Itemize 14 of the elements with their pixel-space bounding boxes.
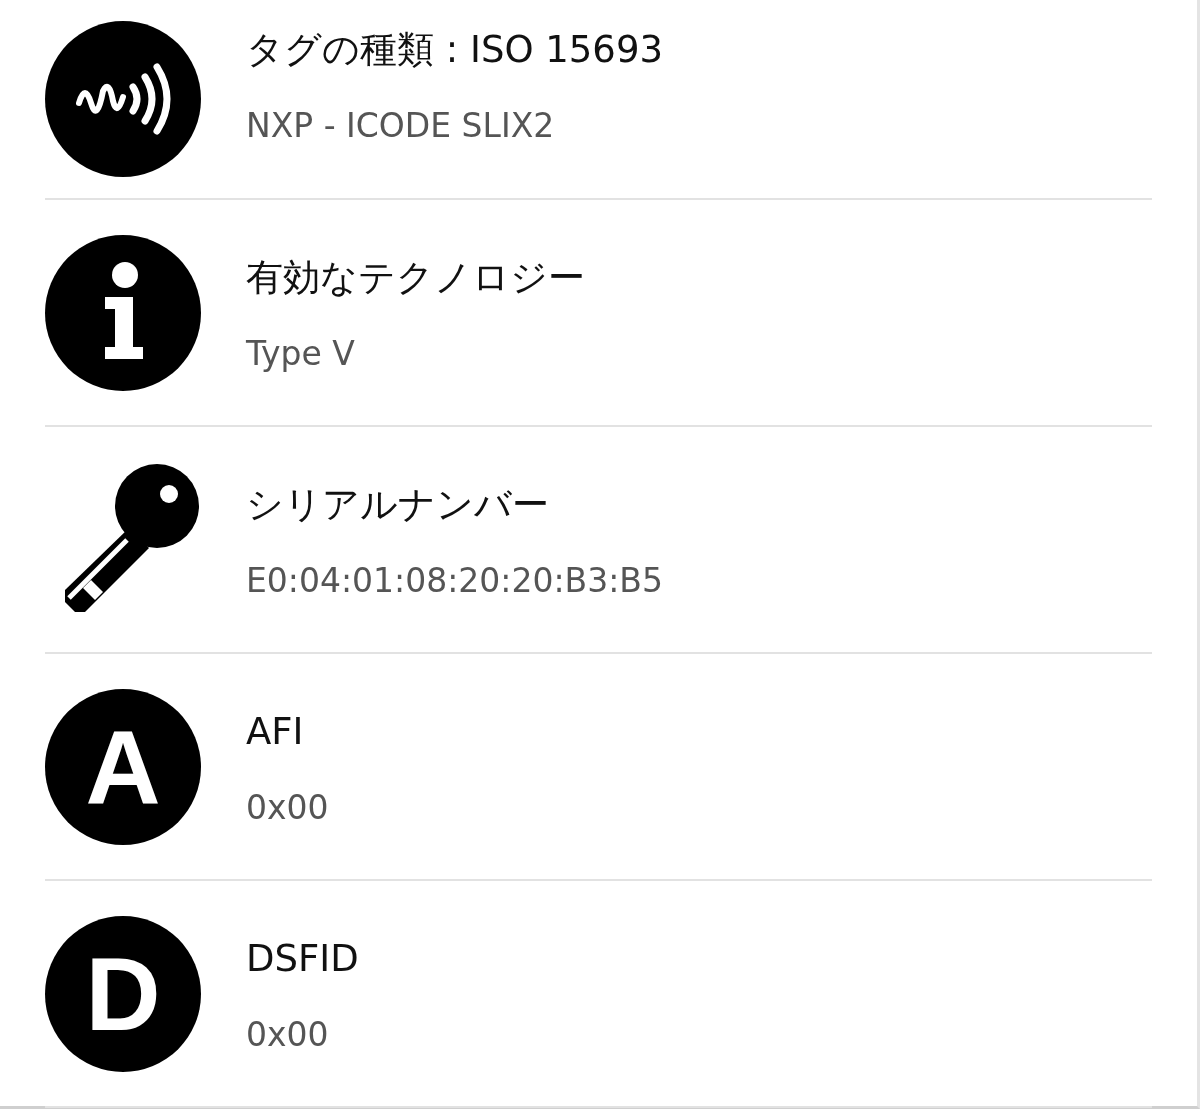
field-value: 0x00 [246, 1014, 330, 1056]
field-value: E0:04:01:08:20:20:B3:B5 [246, 560, 663, 602]
field-label: タグの種類 : ISO 15693 [246, 27, 663, 73]
field-label: AFI [246, 709, 305, 755]
field-label: 有効なテクノロジー [246, 255, 585, 301]
letter-icon: D [45, 915, 201, 1072]
info-icon [45, 234, 201, 391]
field-value: NXP - ICODE SLIX2 [246, 105, 556, 147]
nfc-icon [45, 21, 201, 177]
field-label: シリアルナンバー [246, 482, 550, 528]
field-value: 0x00 [246, 787, 329, 829]
field-label: DSFID [246, 936, 359, 982]
letter-icon: A [45, 688, 201, 845]
field-value: Type V [246, 333, 356, 375]
